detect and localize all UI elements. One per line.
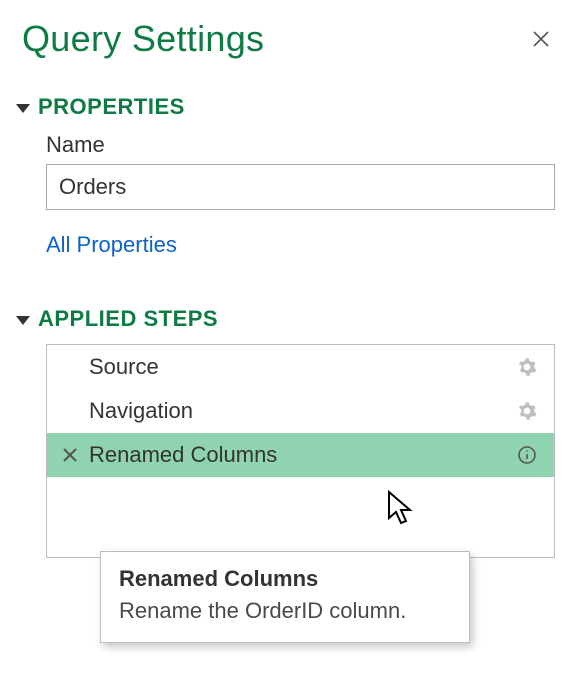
close-button[interactable] — [527, 25, 555, 53]
name-input[interactable] — [46, 164, 555, 210]
properties-section-label: PROPERTIES — [38, 94, 185, 120]
gear-icon — [517, 357, 537, 377]
step-row[interactable]: Source — [47, 345, 554, 389]
applied-steps-section: APPLIED STEPS Source Navigation — [22, 306, 555, 558]
step-label: Renamed Columns — [83, 442, 514, 468]
applied-steps-list: Source Navigation Renamed Columns — [46, 344, 555, 558]
panel-title: Query Settings — [22, 18, 264, 60]
step-row[interactable]: Renamed Columns — [47, 433, 554, 477]
applied-steps-section-label: APPLIED STEPS — [38, 306, 218, 332]
step-label: Source — [83, 354, 514, 380]
panel-header: Query Settings — [22, 18, 555, 60]
x-icon — [63, 448, 77, 462]
step-tooltip: Renamed Columns Rename the OrderID colum… — [100, 551, 470, 643]
close-icon — [531, 29, 551, 49]
step-settings-button[interactable] — [514, 398, 540, 424]
step-settings-button[interactable] — [514, 354, 540, 380]
collapse-triangle-icon — [16, 104, 30, 113]
step-row[interactable]: Navigation — [47, 389, 554, 433]
tooltip-description: Rename the OrderID column. — [119, 598, 451, 624]
properties-section-header[interactable]: PROPERTIES — [16, 94, 555, 120]
collapse-triangle-icon — [16, 316, 30, 325]
query-settings-panel: Query Settings PROPERTIES Name All Prope… — [0, 0, 577, 558]
delete-step-button[interactable] — [57, 442, 83, 468]
step-info-button[interactable] — [514, 442, 540, 468]
all-properties-link[interactable]: All Properties — [46, 232, 177, 258]
tooltip-title: Renamed Columns — [119, 566, 451, 592]
info-icon — [517, 445, 537, 465]
name-field-label: Name — [46, 132, 555, 158]
gear-icon — [517, 401, 537, 421]
applied-steps-section-header[interactable]: APPLIED STEPS — [16, 306, 555, 332]
step-label: Navigation — [83, 398, 514, 424]
